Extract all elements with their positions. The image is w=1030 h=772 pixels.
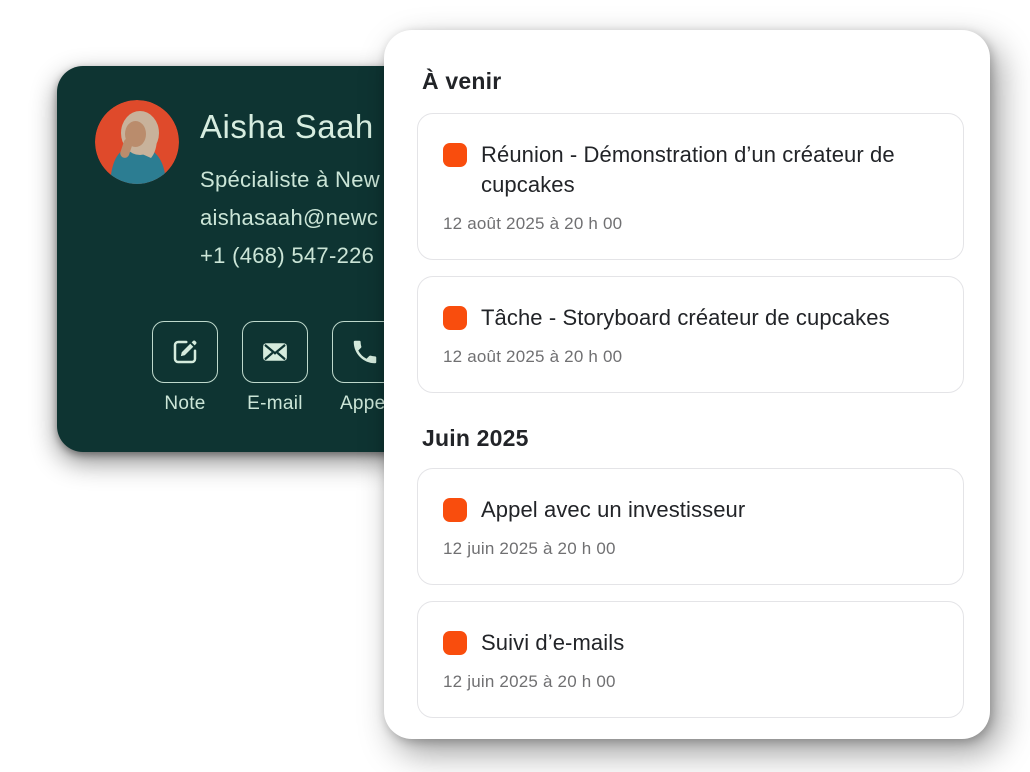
contact-phone: +1 (468) 547-226 (200, 243, 374, 269)
activity-datetime: 12 juin 2025 à 20 h 00 (443, 672, 939, 692)
square-marker-icon (443, 306, 467, 330)
activity-datetime: 12 août 2025 à 20 h 00 (443, 214, 939, 234)
square-marker-icon (443, 143, 467, 167)
activity-title: Réunion - Démonstration d’un créateur de… (481, 140, 939, 200)
email-button-label: E-mail (247, 393, 303, 415)
call-button-label: Appel (340, 393, 390, 415)
activity-title: Tâche - Storyboard créateur de cupcakes (481, 303, 890, 333)
square-marker-icon (443, 498, 467, 522)
note-button-label: Note (164, 393, 205, 415)
email-icon (260, 337, 290, 367)
person-avatar-icon (95, 100, 179, 184)
activity-datetime: 12 juin 2025 à 20 h 00 (443, 539, 939, 559)
contact-name: Aisha Saah (200, 108, 374, 146)
note-icon (170, 337, 200, 367)
email-button-frame[interactable] (242, 321, 308, 383)
avatar (95, 100, 179, 184)
activity-card-task[interactable]: Tâche - Storyboard créateur de cupcakes … (417, 276, 964, 393)
contact-job-title: Spécialiste à New (200, 167, 380, 193)
activity-title: Appel avec un investisseur (481, 495, 745, 525)
contact-email: aishasaah@newc (200, 205, 378, 231)
contact-actions: Note E-mail Appel (152, 321, 398, 415)
activity-card-email-followup[interactable]: Suivi d’e-mails 12 juin 2025 à 20 h 00 (417, 601, 964, 718)
phone-icon (350, 337, 380, 367)
section-heading-upcoming: À venir (422, 66, 964, 97)
activity-panel: À venir Réunion - Démonstration d’un cré… (384, 30, 990, 739)
note-button[interactable]: Note (152, 321, 218, 415)
email-button[interactable]: E-mail (242, 321, 308, 415)
square-marker-icon (443, 631, 467, 655)
note-button-frame[interactable] (152, 321, 218, 383)
section-heading-june-2025: Juin 2025 (422, 423, 964, 454)
activity-card-meeting[interactable]: Réunion - Démonstration d’un créateur de… (417, 113, 964, 260)
activity-card-call[interactable]: Appel avec un investisseur 12 juin 2025 … (417, 468, 964, 585)
activity-title: Suivi d’e-mails (481, 628, 624, 658)
activity-datetime: 12 août 2025 à 20 h 00 (443, 347, 939, 367)
